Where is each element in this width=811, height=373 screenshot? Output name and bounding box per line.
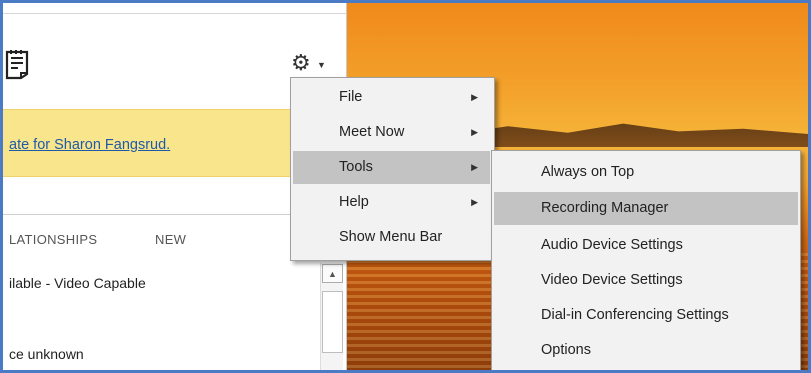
options-menu: File ▶ Meet Now ▶ Tools ▶ Help ▶ Show Me… [290, 77, 495, 261]
menu-item-label: Recording Manager [541, 200, 669, 216]
menu-item-video-device-settings[interactable]: Video Device Settings [494, 264, 798, 297]
window-top-edge [3, 3, 346, 14]
contact-status[interactable]: ilable - Video Capable [9, 275, 146, 291]
scrollbar-thumb[interactable] [322, 291, 343, 353]
tools-submenu: Always on Top Recording Manager Audio De… [491, 150, 801, 370]
menu-item-label: File [339, 89, 363, 105]
note-icon[interactable] [5, 48, 33, 80]
menu-item-tools[interactable]: Tools ▶ [293, 151, 490, 184]
menu-item-dial-in-conferencing-settings[interactable]: Dial-in Conferencing Settings [494, 299, 798, 332]
banner-link[interactable]: ate for Sharon Fangsrud. [9, 137, 170, 153]
menu-item-file[interactable]: File ▶ [293, 81, 490, 114]
menu-item-help[interactable]: Help ▶ [293, 186, 490, 219]
contact-status[interactable]: ce unknown [9, 346, 84, 362]
menu-item-options[interactable]: Options [494, 334, 798, 367]
menu-item-label: Video Device Settings [541, 272, 683, 288]
menu-item-show-menu-bar[interactable]: Show Menu Bar [293, 221, 490, 254]
menu-item-label: Options [541, 342, 591, 358]
screenshot-frame: ⚙ ▼ ate for Sharon Fangsrud. LATIONSHIPS… [0, 0, 811, 373]
menu-item-audio-device-settings[interactable]: Audio Device Settings [494, 229, 798, 262]
submenu-arrow-icon: ▶ [471, 162, 478, 172]
tab-new[interactable]: NEW [155, 232, 186, 247]
menu-item-label: Meet Now [339, 124, 405, 140]
tab-relationships[interactable]: LATIONSHIPS [9, 232, 97, 247]
menu-item-label: Always on Top [541, 164, 635, 180]
scrollbar[interactable]: ▲ [320, 263, 343, 370]
menu-item-label: Audio Device Settings [541, 237, 683, 253]
gear-icon[interactable]: ⚙ [291, 52, 311, 74]
submenu-arrow-icon: ▶ [471, 127, 478, 137]
chevron-down-icon[interactable]: ▼ [317, 60, 326, 70]
menu-item-label: Help [339, 194, 369, 210]
scroll-up-arrow-icon[interactable]: ▲ [322, 264, 343, 283]
submenu-arrow-icon: ▶ [471, 92, 478, 102]
menu-item-recording-manager[interactable]: Recording Manager [494, 192, 798, 225]
menu-item-label: Tools [339, 159, 373, 175]
menu-item-always-on-top[interactable]: Always on Top [494, 156, 798, 189]
menu-item-label: Show Menu Bar [339, 229, 443, 245]
menu-item-meet-now[interactable]: Meet Now ▶ [293, 116, 490, 149]
submenu-arrow-icon: ▶ [471, 197, 478, 207]
menu-item-label: Dial-in Conferencing Settings [541, 307, 729, 323]
